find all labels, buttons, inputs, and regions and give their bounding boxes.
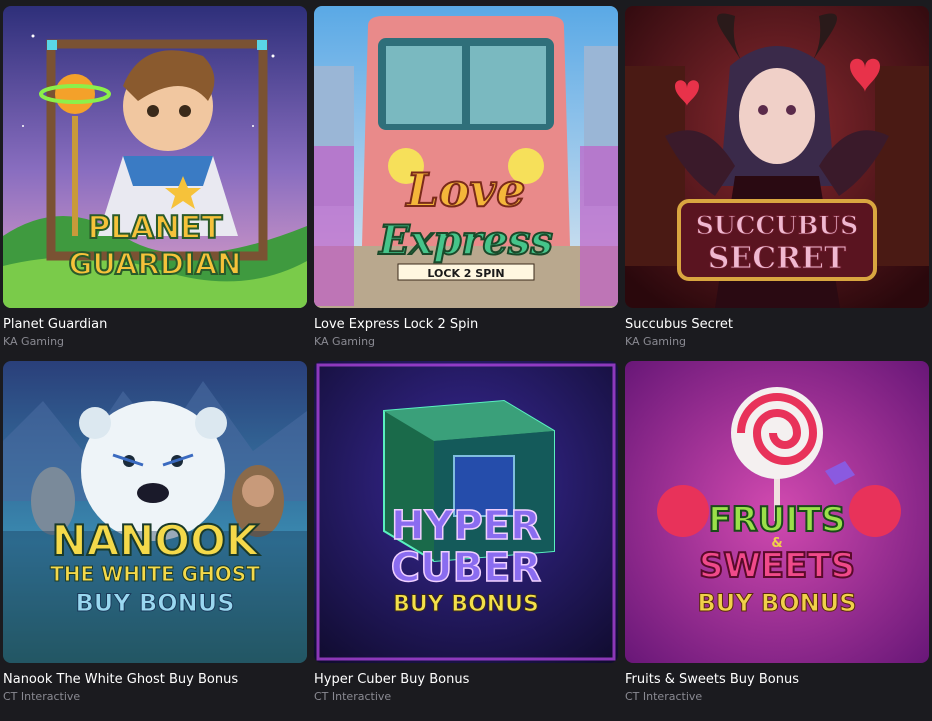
fruits-sweets-artwork: FRUITS & SWEETS BUY BONUS: [625, 361, 929, 663]
game-grid: PLANET GUARDIAN Planet Guardian KA Gamin…: [3, 6, 929, 704]
logo-line-2: SECRET: [708, 241, 847, 276]
game-card-love-express[interactable]: Love Express LOCK 2 SPIN Love Express Lo…: [314, 6, 618, 349]
logo-line-2: Express: [378, 217, 553, 264]
game-card-hyper-cuber[interactable]: HYPER CUBER BUY BONUS Hyper Cuber Buy Bo…: [314, 361, 618, 704]
planet-guardian-artwork: PLANET GUARDIAN: [3, 6, 307, 308]
logo-line-3: BUY BONUS: [393, 592, 539, 617]
love-express-artwork: Love Express LOCK 2 SPIN: [314, 6, 618, 308]
nanook-artwork: NANOOK THE WHITE GHOST BUY BONUS: [3, 361, 307, 663]
game-card-succubus-secret[interactable]: SUCCUBUS SECRET Succubus Secret KA Gamin…: [625, 6, 929, 349]
succubus-secret-artwork: SUCCUBUS SECRET: [625, 6, 929, 308]
game-provider: CT Interactive: [625, 690, 703, 703]
game-title[interactable]: Succubus Secret: [625, 317, 929, 333]
game-provider: KA Gaming: [3, 335, 65, 348]
logo-line-4: BUY BONUS: [697, 589, 856, 617]
logo-line-1: HYPER: [391, 503, 541, 549]
game-title[interactable]: Nanook The White Ghost Buy Bonus: [3, 672, 307, 688]
game-title[interactable]: Hyper Cuber Buy Bonus: [314, 672, 618, 688]
game-thumbnail[interactable]: NANOOK THE WHITE GHOST BUY BONUS: [3, 361, 307, 663]
logo-line-2: CUBER: [391, 545, 541, 591]
hyper-cuber-artwork: HYPER CUBER BUY BONUS: [314, 361, 618, 663]
game-card-fruits-sweets[interactable]: FRUITS & SWEETS BUY BONUS Fruits & Sweet…: [625, 361, 929, 704]
logo-line-2: THE WHITE GHOST: [50, 562, 260, 586]
game-card-planet-guardian[interactable]: PLANET GUARDIAN Planet Guardian KA Gamin…: [3, 6, 307, 349]
game-title[interactable]: Fruits & Sweets Buy Bonus: [625, 672, 929, 688]
game-provider: KA Gaming: [625, 335, 687, 348]
logo-line-3: SWEETS: [699, 546, 855, 586]
game-provider: CT Interactive: [3, 690, 81, 703]
logo-line-1: Love: [404, 163, 525, 217]
logo-line-1: PLANET: [88, 210, 223, 246]
game-card-nanook[interactable]: NANOOK THE WHITE GHOST BUY BONUS Nanook …: [3, 361, 307, 704]
game-thumbnail[interactable]: PLANET GUARDIAN: [3, 6, 307, 308]
logo-line-1: FRUITS: [708, 500, 845, 540]
game-title[interactable]: Planet Guardian: [3, 317, 307, 333]
game-thumbnail[interactable]: SUCCUBUS SECRET: [625, 6, 929, 308]
logo-line-1: NANOOK: [52, 516, 260, 565]
logo-line-2: GUARDIAN: [69, 247, 242, 281]
logo-line-1: SUCCUBUS: [696, 211, 858, 240]
logo-line-3: LOCK 2 SPIN: [427, 267, 504, 280]
game-title[interactable]: Love Express Lock 2 Spin: [314, 317, 618, 333]
game-thumbnail[interactable]: FRUITS & SWEETS BUY BONUS: [625, 361, 929, 663]
game-provider: KA Gaming: [314, 335, 376, 348]
logo-line-3: BUY BONUS: [75, 589, 234, 617]
game-thumbnail[interactable]: Love Express LOCK 2 SPIN: [314, 6, 618, 308]
game-thumbnail[interactable]: HYPER CUBER BUY BONUS: [314, 361, 618, 663]
game-provider: CT Interactive: [314, 690, 392, 703]
